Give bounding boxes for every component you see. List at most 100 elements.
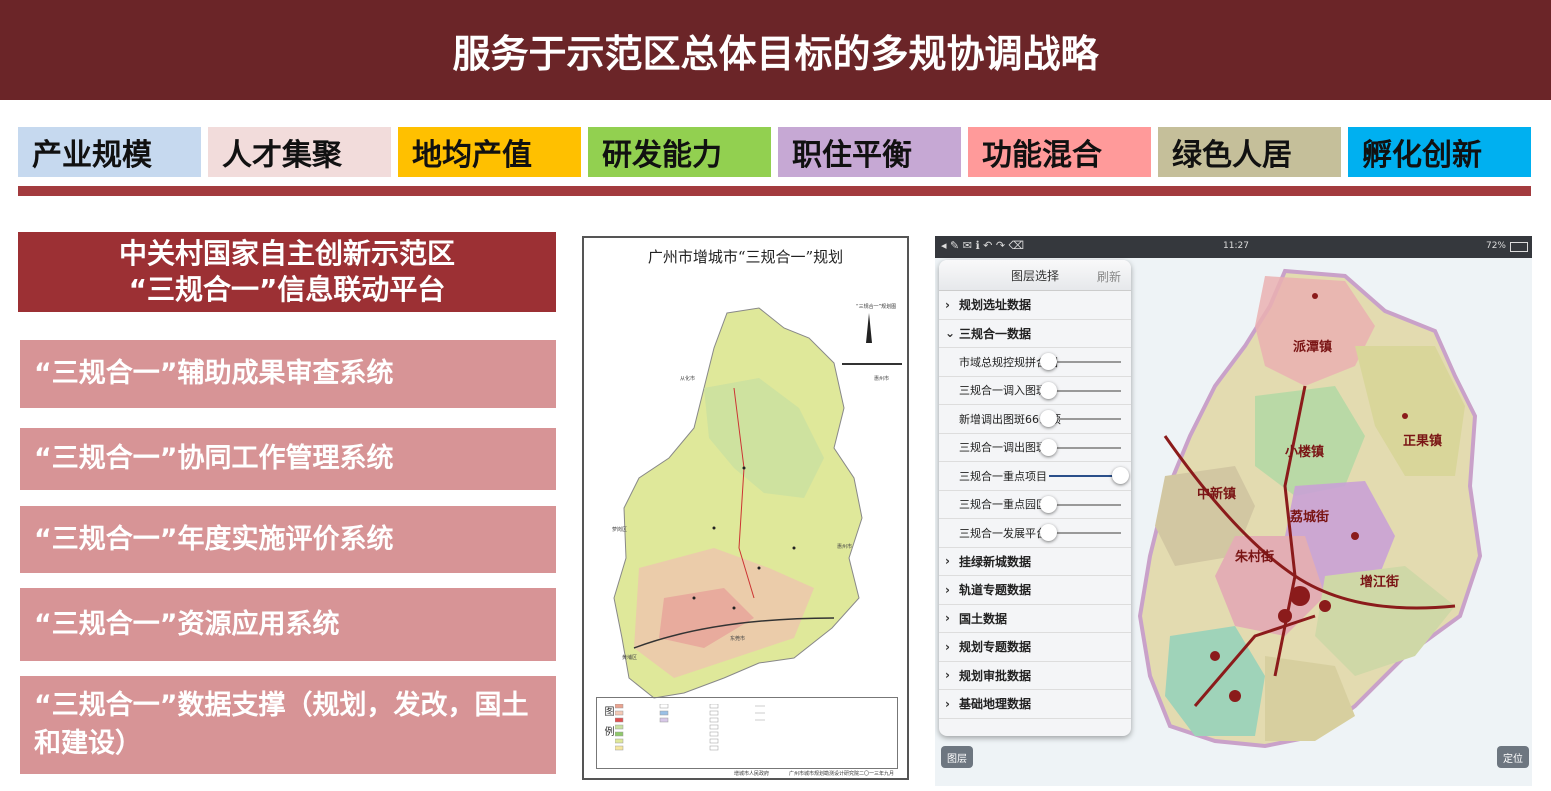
layer-label: 三规合一调入图斑 xyxy=(959,384,1047,398)
strategy-tag: 研发能力 xyxy=(588,127,771,177)
layer-label: 三规合一重点项目 xyxy=(959,469,1047,483)
layer-list: › 规划选址数据 ⌄ 三规合一数据 市域总规控规拼合图 三规合一调入图斑 新增调出图斑66公… xyxy=(939,291,1131,719)
layer-item[interactable]: 三规合一重点园区 xyxy=(939,491,1131,519)
system-resource: “三规合一”资源应用系统 xyxy=(20,588,556,661)
layer-category[interactable]: ⌄ 三规合一数据 xyxy=(939,320,1131,348)
chevron-right-icon: › xyxy=(945,582,950,597)
layer-panel-title: 图层选择 xyxy=(1010,268,1059,283)
strategy-bar: 产业规模 人才集聚 地均产值 研发能力 职住平衡 功能混合 绿色人居 孵化创新 xyxy=(18,127,1531,177)
platform-line-2: “三规合一”信息联动平台 xyxy=(128,273,446,306)
footer-date: 二〇一三年九月 xyxy=(859,771,895,777)
strategy-tag: 绿色人居 xyxy=(1158,127,1341,177)
strategy-tag: 地均产值 xyxy=(398,127,581,177)
footer-government: 增城市人民政府 xyxy=(734,771,770,777)
layer-item[interactable]: 市域总规控规拼合图 xyxy=(939,348,1131,377)
place-label: 惠州市 xyxy=(837,544,853,550)
opacity-slider[interactable] xyxy=(1040,438,1121,456)
layer-label: 规划专题数据 xyxy=(959,640,1032,655)
layer-label: 三规合一调出图斑 xyxy=(959,441,1047,455)
chevron-right-icon: › xyxy=(945,297,950,312)
strategy-tag: 人才集聚 xyxy=(208,127,391,177)
town-label: 正果镇 xyxy=(1403,434,1443,449)
opacity-slider[interactable] xyxy=(1040,381,1121,399)
town-label: 朱村街 xyxy=(1235,550,1275,565)
layer-label: 规划选址数据 xyxy=(959,298,1032,313)
layer-label: 基础地理数据 xyxy=(959,697,1032,712)
place-label: 萝岗区 xyxy=(612,527,628,533)
place-label: 东莞市 xyxy=(730,636,746,642)
layer-item[interactable]: 新增调出图斑66公顷 xyxy=(939,405,1131,434)
town-label: 小楼镇 xyxy=(1285,445,1325,460)
opacity-slider[interactable] xyxy=(1040,353,1121,370)
page-title: 服务于示范区总体目标的多规协调战略 xyxy=(0,0,1551,100)
town-label: 中新镇 xyxy=(1197,487,1237,502)
system-review: “三规合一”辅助成果审查系统 xyxy=(20,340,556,408)
legend-title: 图例 xyxy=(602,706,613,746)
layer-item[interactable]: 三规合一调入图斑 xyxy=(939,377,1131,405)
slider-knob[interactable] xyxy=(1040,410,1057,427)
tablet-app: 派潭镇 小楼镇 正果镇 中新镇 荔城街 朱村街 增江街 ◂ ✎ ✉ ℹ ↶ ↷ … xyxy=(935,236,1532,786)
map-subtitle: “三规合一”规划图 xyxy=(856,303,896,310)
place-label: 惠州市 xyxy=(874,376,890,382)
footer-institute: 广州市城市规划勘测设计研究院 xyxy=(789,771,860,777)
layer-panel: 图层选择 刷新 › 规划选址数据 ⌄ 三规合一数据 市域总规控规拼合图 三规合一调入图斑新… xyxy=(939,260,1131,736)
battery-level: 72% xyxy=(1485,241,1506,251)
layers-button[interactable]: 图层 xyxy=(941,746,973,768)
opacity-slider[interactable] xyxy=(1040,495,1121,513)
layer-label: 国土数据 xyxy=(959,611,1008,626)
plan-map-document: 广州市增城市“三规合一”规划 “三规合一”规划图 从化市 惠州市 萝岗区 黄埔区… xyxy=(582,236,909,780)
strategy-tag: 功能混合 xyxy=(968,127,1151,177)
chevron-right-icon: › xyxy=(945,668,950,683)
layer-label: 轨道专题数据 xyxy=(959,583,1032,598)
plan-map: “三规合一”规划图 xyxy=(613,303,902,699)
layer-label: 三规合一发展平台 xyxy=(959,526,1047,540)
layer-panel-header: 图层选择 刷新 xyxy=(939,260,1131,291)
slider-knob[interactable] xyxy=(1040,381,1057,399)
system-data-support: “三规合一”数据支撑（规划，发改，国土和建设） xyxy=(20,676,556,774)
strategy-tag: 职住平衡 xyxy=(778,127,961,177)
place-label: 黄埔区 xyxy=(622,655,638,661)
town-label: 派潭镇 xyxy=(1293,340,1333,355)
layer-category[interactable]: › 规划选址数据 xyxy=(939,291,1131,320)
slider-knob[interactable] xyxy=(1040,495,1057,513)
layer-category[interactable]: › 基础地理数据 xyxy=(939,690,1131,719)
chevron-right-icon: › xyxy=(945,611,950,626)
opacity-slider[interactable] xyxy=(1040,524,1121,541)
layer-category[interactable]: › 轨道专题数据 xyxy=(939,576,1131,605)
layer-category[interactable]: › 挂绿新城数据 xyxy=(939,548,1131,576)
strategy-tag: 产业规模 xyxy=(18,127,201,177)
layer-category[interactable]: › 规划审批数据 xyxy=(939,662,1131,690)
chevron-right-icon: › xyxy=(945,554,950,569)
slider-knob[interactable] xyxy=(1112,467,1129,484)
system-collaboration: “三规合一”协同工作管理系统 xyxy=(20,428,556,490)
layer-label: 三规合一数据 xyxy=(959,326,1032,341)
slider-knob[interactable] xyxy=(1040,353,1057,370)
platform-heading: 中关村国家自主创新示范区 “三规合一”信息联动平台 xyxy=(18,232,556,312)
divider xyxy=(18,186,1531,196)
battery-icon xyxy=(1510,242,1528,252)
map-legend: 图例 xyxy=(596,697,898,769)
slider-knob[interactable] xyxy=(1040,524,1057,541)
town-label: 增江街 xyxy=(1360,575,1400,590)
refresh-button[interactable]: 刷新 xyxy=(1097,268,1121,285)
status-bar: ◂ ✎ ✉ ℹ ↶ ↷ ⌫ 11:27 72% xyxy=(935,236,1532,258)
layer-label: 挂绿新城数据 xyxy=(959,554,1032,569)
opacity-slider[interactable] xyxy=(1040,410,1121,427)
strategy-tag: 孵化创新 xyxy=(1348,127,1531,177)
platform-line-1: 中关村国家自主创新示范区 xyxy=(118,237,455,270)
toolbar-icons[interactable]: ◂ ✎ ✉ ℹ ↶ ↷ ⌫ xyxy=(941,239,1024,252)
layer-item[interactable]: 三规合一发展平台 xyxy=(939,519,1131,548)
chevron-down-icon: ⌄ xyxy=(945,326,956,341)
layer-category[interactable]: › 规划专题数据 xyxy=(939,633,1131,662)
layer-category[interactable]: › 国土数据 xyxy=(939,605,1131,633)
opacity-slider[interactable] xyxy=(1049,467,1129,484)
layer-item[interactable]: 三规合一重点项目 xyxy=(939,462,1131,491)
north-arrow-icon xyxy=(866,313,872,343)
layer-item[interactable]: 三规合一调出图斑 xyxy=(939,434,1131,462)
slider-knob[interactable] xyxy=(1040,438,1057,456)
system-evaluation: “三规合一”年度实施评价系统 xyxy=(20,506,556,573)
clock: 11:27 xyxy=(1223,241,1249,251)
locate-button[interactable]: 定位 xyxy=(1497,746,1529,768)
legend-swatches xyxy=(615,704,765,751)
place-label: 从化市 xyxy=(680,376,696,382)
